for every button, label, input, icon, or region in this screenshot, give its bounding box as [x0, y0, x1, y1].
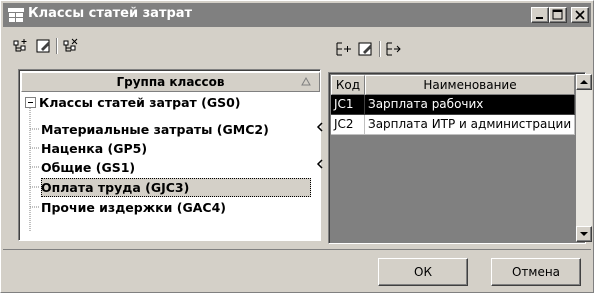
close-icon: [575, 10, 585, 20]
tree-node[interactable]: Прочие издержки (GAC4): [41, 198, 226, 217]
add-item-icon: [336, 42, 351, 56]
close-button[interactable]: [571, 7, 589, 23]
tree-root-node[interactable]: Классы статей затрат (GS0): [39, 93, 241, 112]
footer-separator: [3, 249, 591, 250]
add-class-icon: [13, 39, 27, 52]
app-icon: [8, 7, 24, 23]
edit-item-button[interactable]: [356, 39, 376, 59]
arrow-down-icon: [580, 232, 588, 236]
splitter-left-arrow-icon[interactable]: [316, 122, 324, 132]
cost-items-grid[interactable]: Код Наименование JC1 Зарплата рабочих JC…: [328, 72, 586, 244]
grid-cell-code[interactable]: JC1: [331, 95, 365, 115]
maximize-button[interactable]: [549, 7, 567, 23]
move-item-button[interactable]: [384, 39, 404, 59]
toolbar-separator-right: [379, 41, 381, 57]
collapse-toggle[interactable]: [25, 97, 36, 108]
dialog-window: Классы статей затрат Группа классов Клас…: [0, 0, 594, 293]
move-item-icon: [386, 42, 401, 56]
arrow-up-icon: [580, 80, 588, 84]
scroll-up-button[interactable]: [576, 74, 592, 90]
title-bar[interactable]: Классы статей затрат: [3, 3, 591, 27]
grid-vertical-scrollbar[interactable]: [576, 74, 592, 242]
tree-node[interactable]: Наценка (GP5): [41, 139, 147, 158]
tree-node[interactable]: Материальные затраты (GMC2): [41, 120, 269, 139]
add-item-button[interactable]: [334, 39, 354, 59]
column-header-code[interactable]: Код: [331, 75, 365, 95]
cancel-button[interactable]: Отмена: [491, 258, 581, 286]
column-header-name[interactable]: Наименование: [365, 75, 575, 95]
splitter-left-arrow-icon[interactable]: [316, 159, 324, 169]
panel-splitter[interactable]: [315, 39, 325, 249]
edit-class-button[interactable]: [34, 36, 54, 56]
tree-node[interactable]: Общие (GS1): [41, 158, 135, 177]
scroll-down-button[interactable]: [576, 226, 592, 242]
delete-class-button[interactable]: [61, 36, 81, 56]
grid-cell-code[interactable]: JC2: [331, 115, 365, 135]
tree-node-selected[interactable]: Оплата труда (GJC3): [41, 178, 311, 197]
maximize-icon: [552, 9, 563, 20]
add-class-button[interactable]: [11, 36, 31, 56]
window-title: Классы статей затрат: [28, 6, 193, 21]
minimize-icon: [536, 17, 543, 19]
edit-class-icon: [36, 39, 50, 53]
ok-button[interactable]: ОК: [378, 258, 468, 286]
grid-cell-name[interactable]: Зарплата рабочих: [365, 95, 575, 115]
delete-class-icon: [63, 38, 78, 52]
toolbar-separator: [56, 38, 58, 54]
minimize-button[interactable]: [531, 7, 549, 23]
class-group-tree[interactable]: Группа классов Классы статей затрат (GS0…: [18, 69, 321, 241]
grid-cell-name[interactable]: Зарплата ИТР и администрации: [365, 115, 575, 135]
edit-item-icon: [358, 42, 372, 56]
